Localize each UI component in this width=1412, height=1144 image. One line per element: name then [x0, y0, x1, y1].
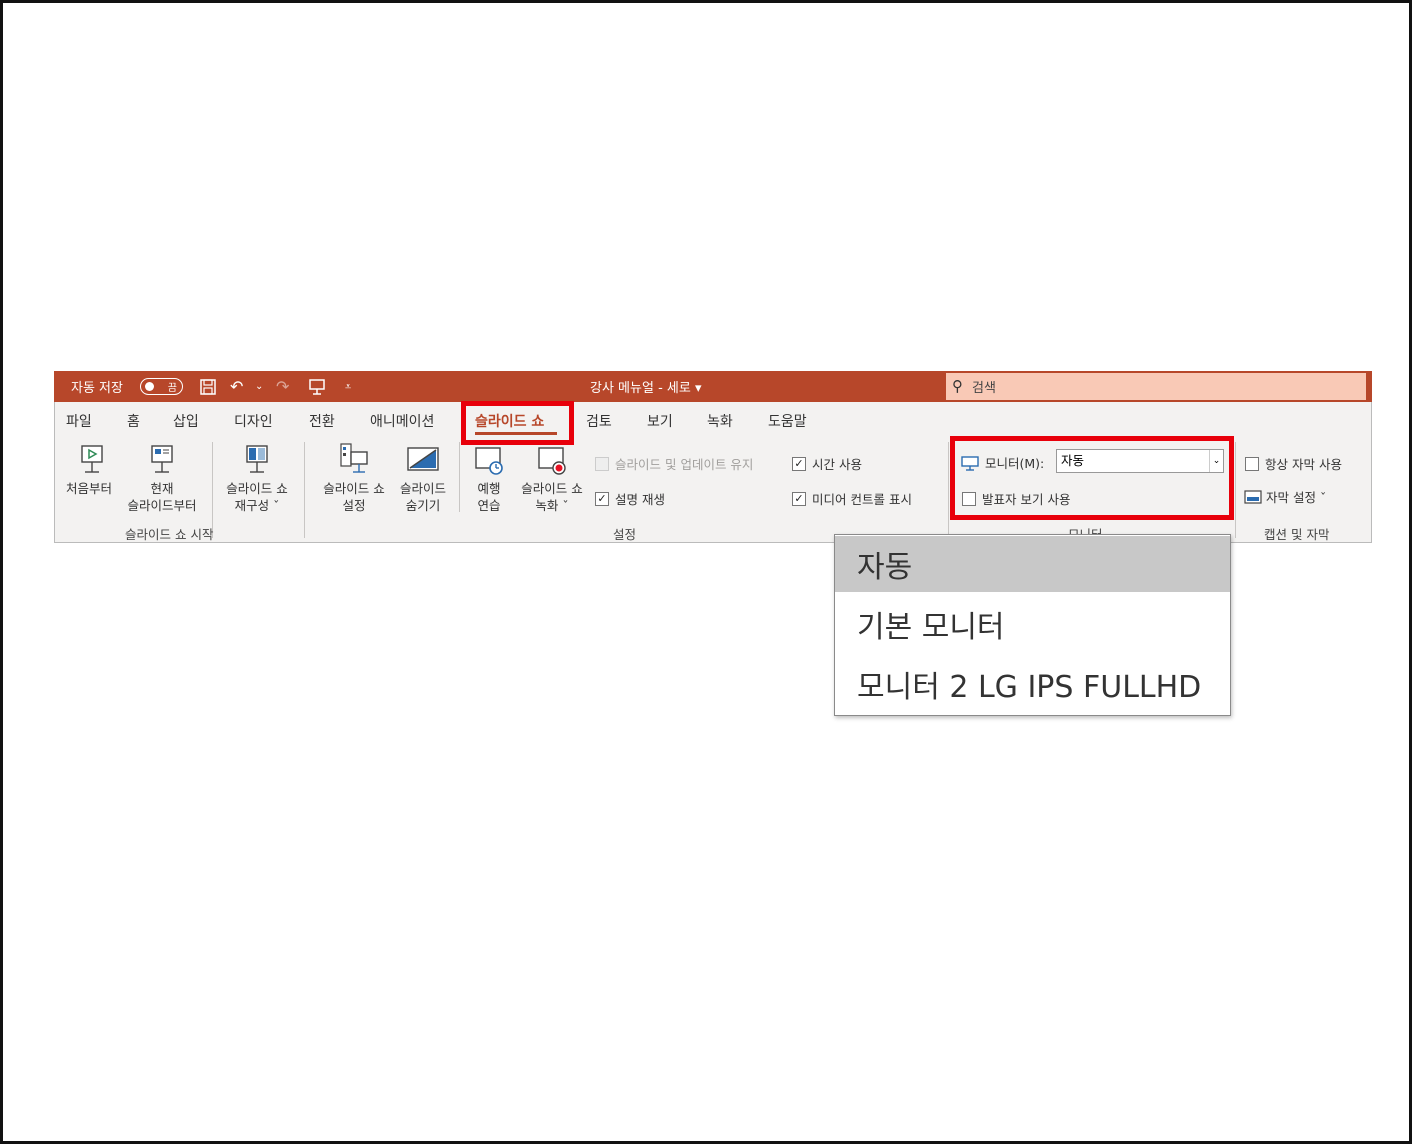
custom-slideshow-button[interactable]: 슬라이드 쇼 재구성 ˇ — [215, 442, 299, 514]
use-timings-checkbox[interactable]: ✓ 시간 사용 — [792, 454, 862, 473]
autosave-toggle[interactable]: 끔 — [140, 378, 183, 395]
tab-animations[interactable]: 애니메이션 — [370, 411, 434, 431]
always-subtitles-checkbox[interactable]: 항상 자막 사용 — [1245, 454, 1342, 473]
separator — [459, 442, 460, 512]
rehearse-line2: 연습 — [477, 498, 501, 513]
show-media-controls-label: 미디어 컨트롤 표시 — [812, 492, 912, 507]
subtitle-icon — [1244, 489, 1262, 504]
monitor-dropdown-list: 자동 기본 모니터 모니터 2 LG IPS FULLHD — [834, 534, 1231, 716]
autosave-state: 끔 — [167, 383, 177, 394]
hide-slide-line1: 슬라이드 — [399, 481, 446, 496]
tab-view[interactable]: 보기 — [647, 411, 673, 431]
rehearse-line1: 예행 — [477, 481, 501, 496]
custom-slideshow-line2: 재구성 ˇ — [234, 498, 280, 513]
highlight-monitor-group — [950, 436, 1234, 520]
tab-record[interactable]: 녹화 — [707, 411, 733, 431]
from-current-line2: 슬라이드부터 — [127, 498, 197, 513]
highlight-slideshow-tab — [461, 401, 574, 445]
start-presentation-icon[interactable] — [308, 371, 326, 402]
title-bar: 자동 저장 끔 ↶ ⌄ ↷ ⩡ 강사 메뉴얼 - 세로 ▾ ⚲ 검색 — [54, 371, 1372, 402]
search-placeholder: 검색 — [972, 381, 996, 396]
checkbox-box — [1245, 456, 1259, 471]
checkmark-icon: ✓ — [595, 491, 609, 506]
tab-file[interactable]: 파일 — [66, 411, 92, 431]
custom-slideshow-icon — [246, 445, 268, 473]
search-box[interactable]: ⚲ 검색 — [946, 373, 1366, 400]
setup-slideshow-button[interactable]: 슬라이드 쇼 설정 — [313, 442, 395, 514]
search-icon: ⚲ — [952, 377, 963, 395]
toggle-knob — [145, 382, 154, 391]
rehearse-timings-button[interactable]: 예행 연습 — [465, 442, 513, 514]
from-beginning-label: 처음부터 — [65, 481, 112, 496]
ribbon-tabs: 파일 홈 삽입 디자인 전환 애니메이션 슬라이드 쇼 검토 보기 녹화 도움말 — [54, 402, 1372, 436]
autosave-label: 자동 저장 — [71, 381, 123, 396]
subtitle-settings-button[interactable]: 자막 설정 ˇ — [1244, 487, 1326, 506]
document-title[interactable]: 강사 메뉴얼 - 세로 ▾ — [590, 371, 701, 402]
checkmark-icon: ✓ — [792, 456, 806, 471]
from-beginning-button[interactable]: 처음부터 — [59, 442, 119, 497]
from-current-line1: 현재 — [150, 481, 174, 496]
tab-help[interactable]: 도움말 — [768, 411, 807, 431]
setup-line2: 설정 — [342, 498, 366, 513]
record-line2: 녹화 ˇ — [535, 498, 569, 513]
hide-slide-icon — [407, 447, 439, 471]
play-slide-icon — [81, 445, 103, 473]
save-icon[interactable] — [199, 371, 217, 402]
play-narrations-checkbox[interactable]: ✓ 설명 재생 — [595, 489, 665, 508]
start-group-label: 슬라이드 쇼 시작 — [125, 527, 214, 542]
dropdown-option-monitor-2[interactable]: 모니터 2 LG IPS FULLHD — [835, 656, 1230, 712]
setup-group-label: 설정 — [613, 527, 637, 542]
record-icon — [538, 447, 566, 475]
record-slideshow-button[interactable]: 슬라이드 쇼 녹화 ˇ — [513, 442, 591, 514]
record-line1: 슬라이드 쇼 — [521, 481, 583, 496]
keep-updated-checkbox[interactable]: 슬라이드 및 업데이트 유지 — [595, 454, 753, 473]
current-slide-icon — [151, 445, 173, 473]
dropdown-option-primary-monitor[interactable]: 기본 모니터 — [835, 596, 1230, 652]
hide-slide-line2: 숨기기 — [405, 498, 441, 513]
keep-updated-label: 슬라이드 및 업데이트 유지 — [615, 457, 754, 472]
rehearse-timings-icon — [475, 447, 503, 475]
tab-design[interactable]: 디자인 — [234, 411, 273, 431]
undo-dropdown-icon[interactable]: ⌄ — [255, 371, 263, 402]
from-current-slide-button[interactable]: 현재 슬라이드부터 — [119, 442, 205, 514]
hide-slide-button[interactable]: 슬라이드 숨기기 — [393, 442, 453, 514]
undo-icon[interactable]: ↶ — [230, 371, 243, 402]
setup-line1: 슬라이드 쇼 — [323, 481, 385, 496]
redo-icon[interactable]: ↷ — [276, 371, 289, 402]
separator — [304, 442, 305, 538]
custom-slideshow-line1: 슬라이드 쇼 — [226, 481, 288, 496]
show-media-controls-checkbox[interactable]: ✓ 미디어 컨트롤 표시 — [792, 489, 912, 508]
setup-slideshow-icon — [340, 443, 368, 473]
checkbox-box — [595, 456, 609, 471]
tab-insert[interactable]: 삽입 — [173, 411, 199, 431]
subtitle-settings-label: 자막 설정 ˇ — [1266, 490, 1327, 505]
separator — [948, 442, 949, 538]
always-subtitles-label: 항상 자막 사용 — [1265, 457, 1342, 472]
dropdown-option-auto[interactable]: 자동 — [835, 536, 1230, 592]
tab-home[interactable]: 홈 — [127, 411, 140, 431]
caption-group-label: 캡션 및 자막 — [1264, 527, 1330, 542]
tab-transitions[interactable]: 전환 — [309, 411, 335, 431]
customize-qat-icon[interactable]: ⩡ — [345, 371, 351, 402]
separator — [1235, 442, 1236, 538]
use-timings-label: 시간 사용 — [812, 457, 862, 472]
tab-review[interactable]: 검토 — [586, 411, 612, 431]
play-narrations-label: 설명 재생 — [615, 492, 665, 507]
checkmark-icon: ✓ — [792, 491, 806, 506]
